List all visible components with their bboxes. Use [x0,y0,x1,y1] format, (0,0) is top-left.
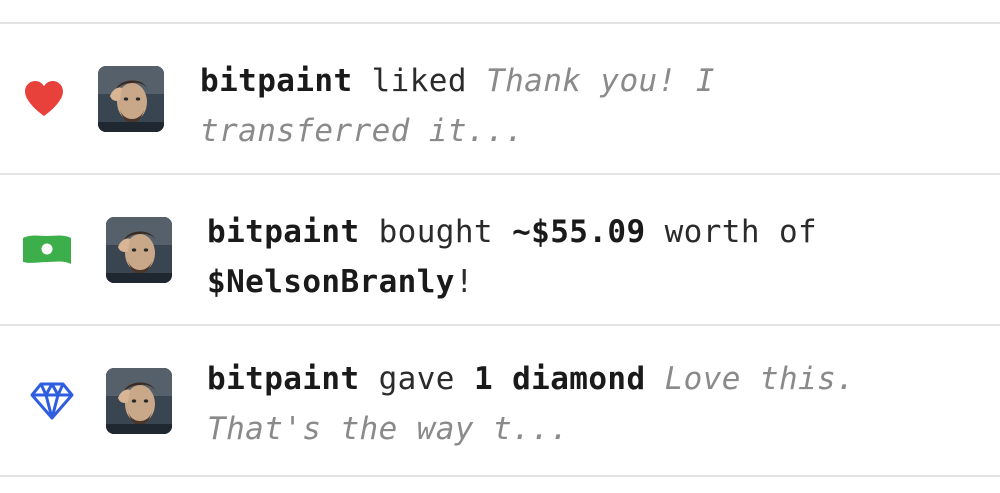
user-avatar[interactable] [106,368,172,434]
money-icon [20,223,74,277]
action-verb: gave [378,361,455,397]
notification-text: bitpaint bought ~$55.09 worth of $Nelson… [207,207,927,307]
heart-icon [17,72,71,126]
username[interactable]: bitpaint [207,214,360,250]
action-verb: liked [371,63,467,99]
notification-like[interactable]: bitpaint liked Thank you! I transferred … [0,24,1000,172]
user-avatar[interactable] [98,66,164,132]
notification-text: bitpaint gave 1 diamond Love this. That'… [207,354,927,454]
purchase-amount: ~$55.09 [512,214,646,250]
notification-text: bitpaint liked Thank you! I transferred … [200,56,920,156]
user-avatar[interactable] [106,217,172,283]
diamond-count: 1 diamond [473,361,646,397]
username[interactable]: bitpaint [200,63,353,99]
purchase-suffix: ! [454,264,474,300]
notification-purchase[interactable]: bitpaint bought ~$55.09 worth of $Nelson… [0,175,1000,323]
diamond-icon [25,374,79,428]
coin-link[interactable]: $NelsonBranly [207,264,455,300]
divider [0,475,1000,477]
notification-diamond[interactable]: bitpaint gave 1 diamond Love this. That'… [0,326,1000,474]
username[interactable]: bitpaint [207,361,360,397]
action-verb: bought [378,214,493,250]
purchase-middle-text: worth of [664,214,818,250]
notifications-feed: bitpaint liked Thank you! I transferred … [0,0,1000,493]
